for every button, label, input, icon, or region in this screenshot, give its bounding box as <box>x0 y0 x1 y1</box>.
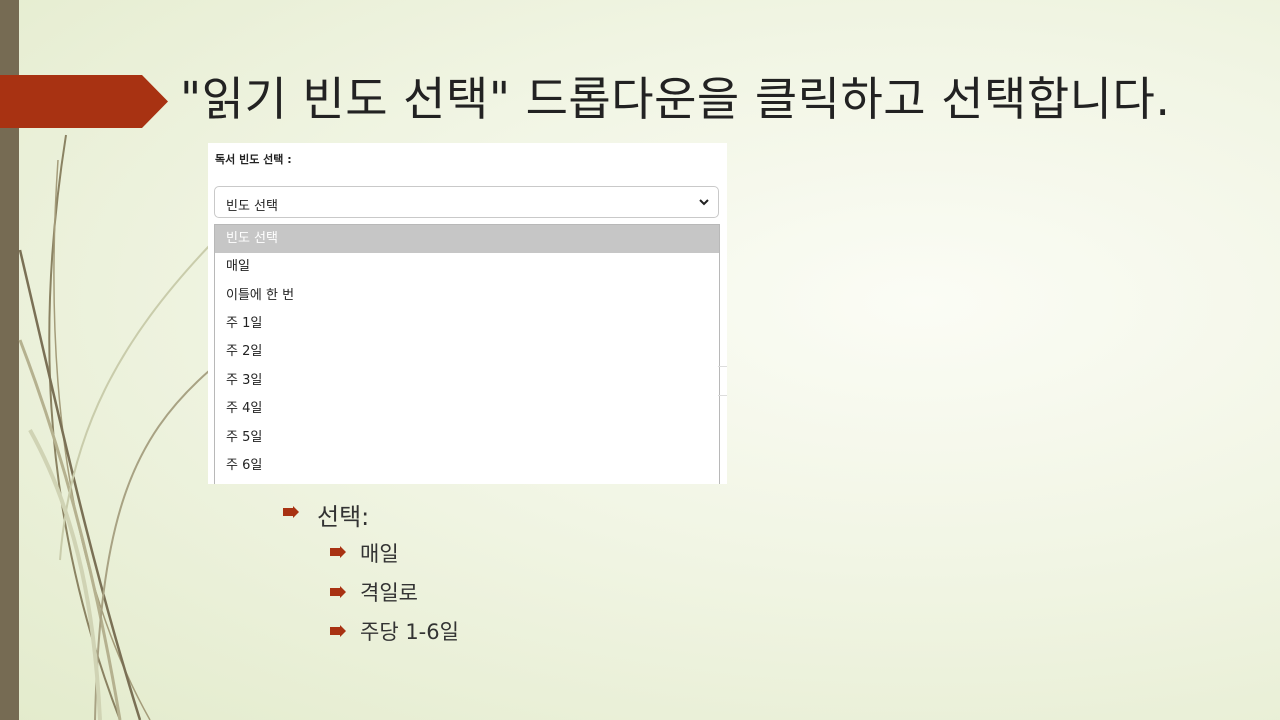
option-item[interactable]: 주 2일 <box>215 338 719 366</box>
bullet-heading: 선택: <box>317 503 370 531</box>
dropdown-screenshot: 독서 빈도 선택 : 빈도 선택 빈도 선택 매일 이틀에 한 번 주 1일 주… <box>208 143 727 484</box>
divider <box>718 395 727 396</box>
option-item[interactable]: 이틀에 한 번 <box>215 282 719 310</box>
arrow-bullet-icon <box>283 506 299 518</box>
bullet-item: 주당 1-6일 <box>360 620 459 644</box>
title-accent-arrow <box>0 75 168 128</box>
reading-frequency-label: 독서 빈도 선택 : <box>215 153 292 166</box>
select-current-value: 빈도 선택 <box>226 199 278 214</box>
bullet-item: 격일로 <box>360 581 418 605</box>
option-item[interactable]: 빈도 선택 <box>215 225 719 253</box>
option-item[interactable]: 주 6일 <box>215 452 719 480</box>
slide-title: "읽기 빈도 선택" 드롭다운을 클릭하고 선택합니다. <box>180 72 1171 126</box>
arrow-bullet-icon <box>330 625 346 637</box>
chevron-down-icon <box>699 199 709 206</box>
dropdown-option-list: 빈도 선택 매일 이틀에 한 번 주 1일 주 2일 주 3일 주 4일 주 5… <box>214 224 720 484</box>
frequency-select[interactable]: 빈도 선택 <box>214 186 719 218</box>
arrow-bullet-icon <box>330 546 346 558</box>
option-item[interactable]: 주 1일 <box>215 310 719 338</box>
divider <box>718 366 727 367</box>
bullet-item: 매일 <box>360 542 399 566</box>
option-item[interactable]: 주 4일 <box>215 395 719 423</box>
option-item[interactable]: 주 3일 <box>215 367 719 395</box>
arrow-bullet-icon <box>330 586 346 598</box>
option-item[interactable]: 주 5일 <box>215 424 719 452</box>
option-item[interactable]: 매일 <box>215 253 719 281</box>
